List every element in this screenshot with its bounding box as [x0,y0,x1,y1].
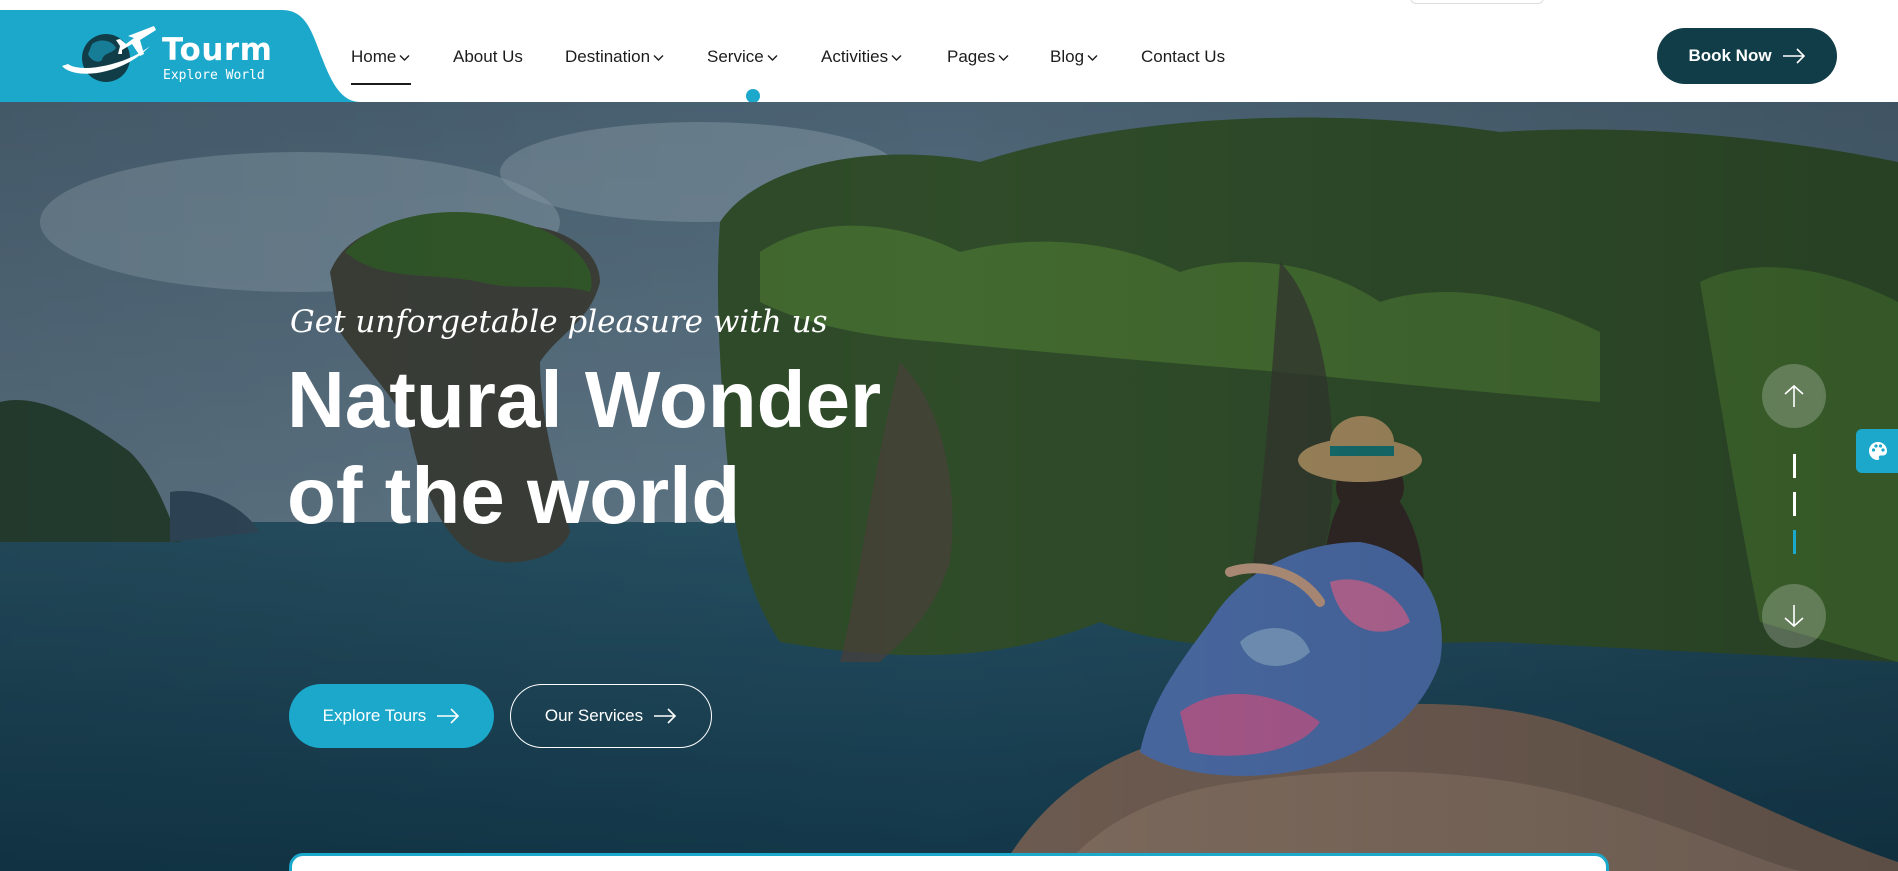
slider-prev-button[interactable] [1762,364,1826,428]
nav-item-label: Service [707,47,764,66]
chevron-down-icon [399,54,410,61]
nav-item-contact-us[interactable]: Contact Us [1141,47,1225,67]
brand-tagline: Explore World [163,68,265,83]
slide-indicator-2[interactable] [1793,492,1796,516]
service-indicator-dot [746,89,760,103]
chevron-down-icon [1087,54,1098,61]
active-nav-underline [351,83,411,85]
nav-item-home[interactable]: Home [351,47,410,67]
slide-indicator-3[interactable] [1793,530,1796,554]
arrow-right-icon [654,708,677,724]
palette-icon [1869,442,1887,460]
nav-item-pages[interactable]: Pages [947,47,1009,67]
hero-title-line-1: Natural Wonder [287,355,882,444]
our-services-label: Our Services [544,706,644,725]
hero-subtitle: Get unforgetable pleasure with us [290,304,828,340]
nav-item-service[interactable]: Service [707,47,778,67]
nav-item-blog[interactable]: Blog [1050,47,1098,67]
globe-plane-logo-icon [62,26,156,82]
chevron-down-icon [767,54,778,61]
brand-name: Tourm [162,32,273,68]
hero-title: Natural Wonder of the world [287,352,881,544]
nav-item-activities[interactable]: Activities [821,47,902,67]
hero-title-line-2: of the world [287,451,741,540]
nav-item-label: Blog [1050,47,1085,66]
theme-palette-toggle[interactable] [1856,429,1898,473]
slider-next-button[interactable] [1762,584,1826,648]
book-now-label: Book Now [1688,46,1772,65]
nav-item-label: Contact Us [1141,47,1226,66]
logo[interactable]: Tourm Explore World [0,10,360,102]
hero-section: Get unforgetable pleasure with us Natura… [0,102,1898,871]
slide-indicator-1[interactable] [1793,454,1796,478]
nav-item-about-us[interactable]: About Us [453,47,523,67]
tour-search-panel[interactable] [289,853,1609,871]
chevron-down-icon [891,54,902,61]
top-bar-selector[interactable] [1410,0,1544,4]
nav-item-label: Activities [821,47,889,66]
arrow-right-icon [1782,48,1805,64]
nav-item-label: Home [351,47,397,66]
chevron-down-icon [998,54,1009,61]
book-now-button[interactable]: Book Now [1657,28,1837,84]
hero-background-image [0,102,1898,871]
arrow-down-icon [1784,605,1804,628]
nav-item-destination[interactable]: Destination [565,47,664,67]
nav-item-label: About Us [453,47,523,66]
nav-item-label: Destination [565,47,651,66]
nav-item-label: Pages [947,47,996,66]
arrow-right-icon [437,708,460,724]
arrow-up-icon [1784,384,1804,407]
chevron-down-icon [653,54,664,61]
explore-tours-button[interactable]: Explore Tours [289,684,494,748]
our-services-button[interactable]: Our Services [510,684,712,748]
explore-tours-label: Explore Tours [322,706,427,725]
site-header: Tourm Explore World Home About Us Destin… [0,10,1898,102]
